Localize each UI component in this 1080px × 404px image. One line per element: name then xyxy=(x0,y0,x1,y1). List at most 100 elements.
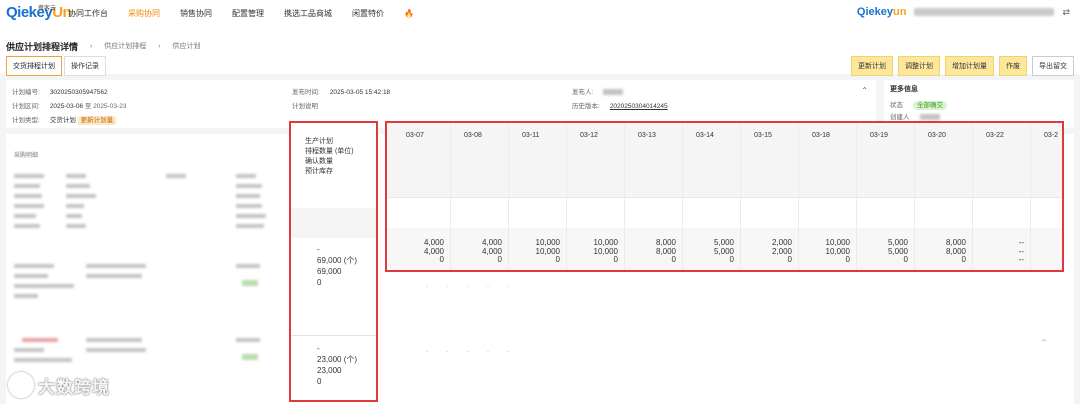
nav-item-config[interactable]: 配置管理 xyxy=(232,8,264,19)
date-header-1: 03-08 xyxy=(464,132,482,139)
label-schedule-qty: 排程数量 (单位) xyxy=(305,148,354,155)
value-cell: -- xyxy=(1018,238,1024,247)
column-divider xyxy=(914,123,915,270)
row2-expected-stock: 0 xyxy=(317,377,322,386)
value-cell: 0 xyxy=(497,255,502,264)
date-header-2: 03-11 xyxy=(522,132,540,139)
creator-field: 创建人 xyxy=(890,111,940,121)
value-cell: 0 xyxy=(845,255,850,264)
date-header-9: 03-20 xyxy=(928,132,946,139)
app-logo[interactable]: 携客云 QiekeyUn xyxy=(6,4,72,21)
column-divider xyxy=(450,123,451,270)
adjust-plan-button[interactable]: 调整计划 xyxy=(898,56,940,76)
column-divider xyxy=(508,123,509,270)
plan-number-field: 计划编号: 3020250305947562 xyxy=(12,89,108,96)
update-plan-button[interactable]: 更新计划 xyxy=(851,56,893,76)
tab-operation-log[interactable]: 操作记录 xyxy=(64,56,106,76)
plan-desc-field: 计划说明 xyxy=(292,103,318,110)
date-header-3: 03-12 xyxy=(580,132,598,139)
void-button[interactable]: 作废 xyxy=(999,56,1027,76)
value-cell: 0 xyxy=(439,255,444,264)
tabs: 交货排程计划 操作记录 xyxy=(6,56,108,76)
plan-type-tag: 更新计划量 xyxy=(77,116,117,125)
value-cell: 3,00 xyxy=(1032,239,1062,248)
date-header-5: 03-14 xyxy=(696,132,714,139)
date-values-9: 8,000 8,000 0 xyxy=(916,238,966,265)
history-version-link[interactable]: 2020250304014245 xyxy=(610,103,668,110)
column-divider xyxy=(1030,123,1031,270)
flame-icon: 🔥 xyxy=(404,9,414,18)
row2-confirmed-qty: 23,000 xyxy=(317,366,342,375)
value-cell: 4,000 xyxy=(423,246,444,256)
nav-item-sales[interactable]: 销售协同 xyxy=(180,8,212,19)
date-values-11: 3,003,00 xyxy=(1032,239,1062,256)
breadcrumb-item-schedule[interactable]: 供应计划排程 xyxy=(104,43,146,50)
value-cell: 0 xyxy=(903,255,908,264)
history-version-field: 历史版本: 2020250304014245 xyxy=(572,103,668,110)
row-labels-highlight: 生产计划 排程数量 (单位) 确认数量 预计库存 - 69,000 (个) 69… xyxy=(289,121,378,402)
date-header-4: 03-13 xyxy=(638,132,656,139)
date-values-5: 5,000 5,000 0 xyxy=(684,238,734,265)
value-cell: 0 xyxy=(671,255,676,264)
publisher-field: 发布人: xyxy=(572,86,624,96)
top-bar: 携客云 QiekeyUn 协同工作台 采购协同 销售协同 配置管理 携选工品商城… xyxy=(0,0,1080,27)
column-divider xyxy=(740,123,741,270)
nav-item-idle-sale[interactable]: 闲置特价 🔥 xyxy=(352,8,434,19)
value-cell: 0 xyxy=(787,255,792,264)
increase-quantity-button[interactable]: 增加计划量 xyxy=(945,56,994,76)
column-divider xyxy=(798,123,799,270)
logo-subtitle: 携客云 xyxy=(38,6,57,12)
date-values-3: 10,000 10,000 0 xyxy=(568,238,618,265)
page-header: 供应计划排程详情 › 供应计划排程 › 供应计划 交货排程计划 操作记录 更新计… xyxy=(0,26,1080,76)
blank-row xyxy=(387,197,1062,229)
label-confirmed-qty: 确认数量 xyxy=(305,158,333,165)
value-cell: 0 xyxy=(613,255,618,264)
date-values-7: 10,000 10,000 0 xyxy=(800,238,850,265)
row2-summary: - 23,000 (个) 23,000 0 xyxy=(317,343,357,387)
header-band xyxy=(291,208,376,238)
date-schedule-highlight: 03-07 4,000 4,000 0 03-08 4,000 4,000 0 03-11 10,… xyxy=(385,121,1064,272)
page-title: 供应计划排程详情 xyxy=(6,42,79,52)
label-expected-stock: 预计库存 xyxy=(305,168,333,175)
date-values-10: -- -- -- xyxy=(974,238,1024,265)
status-field: 状态 全部确交 xyxy=(890,99,947,110)
date-header-8: 03-19 xyxy=(870,132,888,139)
publish-time-field: 发布时间: 2025-03-05 15:42:18 xyxy=(292,89,391,96)
value-cell: -- xyxy=(1018,255,1024,264)
column-divider xyxy=(856,123,857,270)
value-cell: 0 xyxy=(961,255,966,264)
nav-item-mall[interactable]: 携选工品商城 xyxy=(284,8,332,19)
plan-type-field: 计划类型: 交货计划 更新计划量 xyxy=(12,114,117,125)
date-values-2: 10,000 10,000 0 xyxy=(510,238,560,265)
date-values-4: 8,000 8,000 0 xyxy=(626,238,676,265)
company-logo: Qiekeyun xyxy=(856,6,907,18)
export-button[interactable]: 导出留交 xyxy=(1032,56,1074,76)
watermark-logo-icon xyxy=(8,372,34,398)
column-header-labels: 生产计划 排程数量 (单位) 确认数量 预计库存 xyxy=(305,137,354,177)
collapse-icon[interactable]: ⌃ xyxy=(861,86,868,95)
breadcrumb-separator: › xyxy=(90,43,93,50)
date-header-6: 03-15 xyxy=(754,132,772,139)
value-cell: 5,000 xyxy=(713,246,734,256)
nav-item-workbench[interactable]: 协同工作台 xyxy=(68,8,108,19)
switch-company-icon[interactable]: ⇄ xyxy=(1062,7,1070,18)
date-header-row xyxy=(387,123,1062,197)
row1-summary: - 69,000 (个) 69,000 0 xyxy=(317,244,357,288)
column-divider xyxy=(624,123,625,270)
label-production-plan: 生产计划 xyxy=(305,138,333,145)
row-separator xyxy=(291,335,376,336)
breadcrumb-item-plan[interactable]: 供应计划 xyxy=(173,43,201,50)
row1-production-plan: - xyxy=(317,245,320,254)
section-title: 采购明细 xyxy=(14,153,39,159)
watermark-text: 大数跨境 xyxy=(38,377,110,397)
more-info-title: 更多信息 xyxy=(890,86,918,93)
row1-schedule-qty: 69,000 (个) xyxy=(317,256,358,265)
watermark: 大数跨境 xyxy=(8,372,110,398)
date-header-7: 03-18 xyxy=(812,132,830,139)
row1-confirmed-qty: 69,000 xyxy=(317,267,342,276)
date-header-0: 03-07 xyxy=(406,132,424,139)
row2-production-plan: - xyxy=(317,344,320,353)
tab-delivery-schedule[interactable]: 交货排程计划 xyxy=(6,56,62,76)
status-badge: 全部确交 xyxy=(913,101,947,110)
nav-item-purchase[interactable]: 采购协同 xyxy=(128,8,160,19)
